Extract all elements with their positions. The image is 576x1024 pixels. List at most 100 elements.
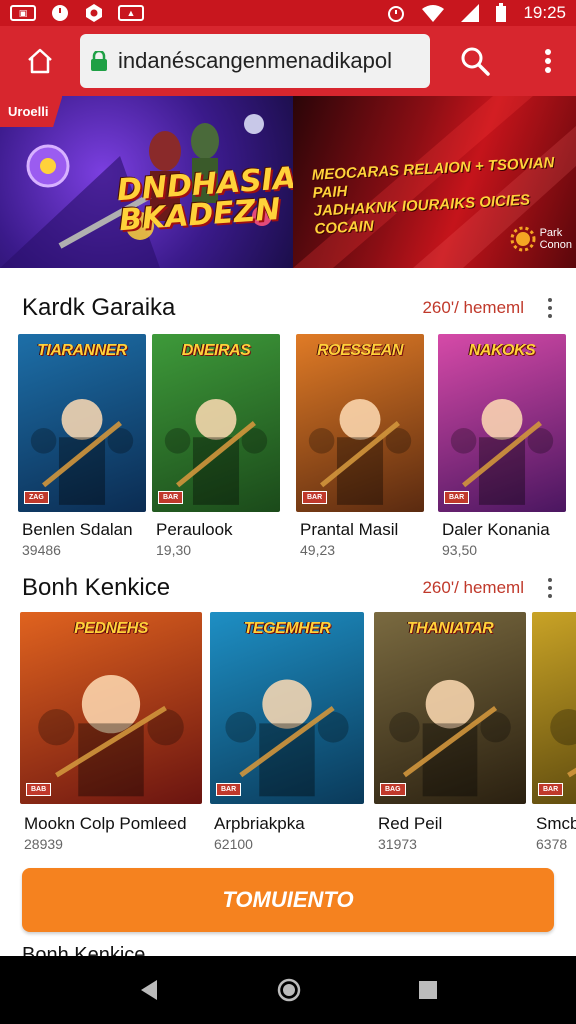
game-card[interactable]: ROESSEAN BAR Prantal Masil 49,23 bbox=[296, 334, 424, 558]
game-cover-title: PEDNEHS bbox=[74, 620, 148, 637]
game-count: 19,30 bbox=[156, 542, 192, 558]
search-button[interactable] bbox=[430, 26, 520, 96]
game-cover-art bbox=[389, 679, 511, 797]
game-cover-title: TIARANNER bbox=[37, 342, 127, 359]
cta-button[interactable]: TOMUIENTO bbox=[22, 868, 554, 932]
game-title: Prantal Masil bbox=[300, 520, 399, 539]
game-cover-art bbox=[225, 679, 349, 797]
game-count: 93,50 bbox=[442, 542, 478, 558]
game-cover-image: NAKOKS BAR bbox=[438, 334, 566, 512]
browser-toolbar: indanéscangenmenadikapol bbox=[0, 26, 576, 96]
game-title: Benlen Sdalan bbox=[22, 520, 133, 539]
game-cover-art bbox=[30, 398, 134, 505]
section-header: Kardk Garaika 260'/ hememl bbox=[0, 286, 576, 330]
overflow-menu-button[interactable] bbox=[520, 26, 576, 96]
section-header: Bonh Kenkice 260'/ hememl bbox=[0, 566, 576, 610]
banner-left-art: Uroelli DNDHASIA BKADEZN bbox=[0, 96, 293, 268]
section-title: Kardk Garaika bbox=[22, 294, 176, 321]
game-cover-title: DNEIRAS bbox=[181, 342, 251, 359]
game-title: Red Peil bbox=[378, 814, 443, 833]
game-cover-art bbox=[308, 398, 412, 505]
game-card[interactable]: DNEIRAS BAR Peraulook 19,30 bbox=[152, 334, 280, 558]
game-card[interactable]: PEDNEHS BAB Mookn Colp Pomleed 28939 bbox=[20, 612, 202, 854]
game-cover-image: ROESSEAN BAR bbox=[296, 334, 424, 512]
system-nav-bar bbox=[0, 956, 576, 1024]
game-card[interactable]: NAKOKS BAR Daler Konania 93,50 bbox=[438, 334, 566, 558]
brand-logo: Park Conon bbox=[510, 226, 572, 252]
game-count: 31973 bbox=[378, 836, 417, 852]
game-cover-title: NAKOKS bbox=[468, 342, 536, 359]
photo-icon: ▲ bbox=[118, 5, 144, 21]
game-cover-badge: BAB bbox=[26, 783, 52, 796]
sun-logo-icon bbox=[510, 226, 536, 252]
section-see-all-link[interactable]: 260'/ hememl bbox=[422, 578, 524, 598]
address-bar[interactable]: indanéscangenmenadikapol bbox=[80, 34, 430, 88]
game-title: Smcb bbox=[536, 814, 576, 833]
game-cover-art bbox=[550, 709, 576, 778]
signal-icon bbox=[461, 4, 480, 22]
brand-logo-line2: Conon bbox=[539, 239, 572, 251]
search-icon bbox=[461, 47, 490, 76]
game-cover-image: DNEIRAS BAR bbox=[152, 334, 280, 512]
game-count: 6378 bbox=[536, 836, 568, 852]
game-cover-image: TIARANNER ZAG bbox=[18, 334, 146, 512]
settings-icon bbox=[86, 4, 102, 22]
status-time: 19:25 bbox=[523, 3, 566, 22]
game-row: PEDNEHS BAB Mookn Colp Pomleed 28939 TEGEMHE… bbox=[0, 612, 576, 854]
game-count: 39486 bbox=[22, 542, 61, 558]
game-count: 28939 bbox=[24, 836, 63, 852]
brand-logo-line1: Park bbox=[539, 227, 563, 239]
game-card[interactable]: THANIATAR BAG Red Peil 31973 bbox=[374, 612, 526, 854]
game-cover-image: TEGEMHER BAR bbox=[210, 612, 364, 804]
image-icon: ▣ bbox=[10, 5, 36, 21]
recents-icon[interactable] bbox=[417, 979, 439, 1001]
more-vert-icon[interactable] bbox=[538, 573, 562, 603]
clock-icon bbox=[52, 5, 68, 21]
banner-tag: Uroelli bbox=[0, 96, 63, 127]
game-row: TIARANNER ZAG Benlen Sdalan 39486 DNEIRAS BAR… bbox=[0, 334, 576, 558]
url-text: indanéscangenmenadikapol bbox=[118, 48, 392, 73]
game-title: Daler Konania bbox=[442, 520, 550, 539]
game-title: Peraulook bbox=[156, 520, 233, 539]
home-button[interactable] bbox=[0, 26, 80, 96]
game-cover-badge: BAR bbox=[216, 783, 242, 796]
game-cover-badge: BAR bbox=[538, 783, 564, 796]
home-icon bbox=[28, 48, 52, 74]
game-cover-badge: ZAG bbox=[24, 491, 49, 504]
more-vert-icon bbox=[545, 49, 551, 73]
status-bar: ▣ ▲ 19:25 bbox=[0, 0, 576, 26]
game-title: Mookn Colp Pomleed bbox=[24, 814, 187, 833]
game-count: 49,23 bbox=[300, 542, 336, 558]
game-card[interactable]: TIARANNER ZAG Benlen Sdalan 39486 bbox=[18, 334, 146, 558]
banner-title: DNDHASIA BKADEZN bbox=[116, 161, 293, 238]
game-cover-title: TH bbox=[532, 620, 576, 638]
game-cover-badge: BAR bbox=[302, 491, 328, 504]
game-cover-image: THANIATAR BAG bbox=[374, 612, 526, 804]
section-title: Bonh Kenkice bbox=[22, 574, 171, 601]
game-cover-title: THANIATAR bbox=[406, 620, 494, 637]
banner-right-art: MEOCARAS RELAION + TSOVIAN PAIH JADHAKNK… bbox=[293, 96, 576, 268]
back-icon[interactable] bbox=[137, 978, 161, 1002]
battery-icon bbox=[496, 3, 507, 22]
game-cover-title: ROESSEAN bbox=[317, 342, 403, 359]
game-cover-title: TEGEMHER bbox=[243, 620, 331, 637]
game-cover-image: PEDNEHS BAB bbox=[20, 612, 202, 804]
game-title: Arpbriakpka bbox=[214, 814, 305, 833]
game-cover-badge: BAG bbox=[380, 783, 406, 796]
game-count: 62100 bbox=[214, 836, 253, 852]
lock-icon bbox=[91, 51, 107, 71]
alarm-icon bbox=[388, 6, 405, 22]
game-cover-badge: BAR bbox=[444, 491, 470, 504]
promo-banner[interactable]: Uroelli DNDHASIA BKADEZN MEOCARAS RELAIO… bbox=[0, 96, 576, 268]
wifi-icon bbox=[422, 5, 445, 22]
game-card[interactable]: TEGEMHER BAR Arpbriakpka 62100 bbox=[210, 612, 364, 854]
game-cover-art bbox=[450, 398, 554, 505]
game-cover-image: TH BAR bbox=[532, 612, 576, 804]
home-circle-icon[interactable] bbox=[276, 977, 302, 1003]
game-card[interactable]: TH BAR Smcb 6378 bbox=[532, 612, 576, 854]
game-cover-art bbox=[164, 398, 268, 505]
game-cover-art bbox=[38, 675, 184, 797]
more-vert-icon[interactable] bbox=[538, 293, 562, 323]
game-cover-badge: BAR bbox=[158, 491, 184, 504]
section-see-all-link[interactable]: 260'/ hememl bbox=[422, 298, 524, 318]
